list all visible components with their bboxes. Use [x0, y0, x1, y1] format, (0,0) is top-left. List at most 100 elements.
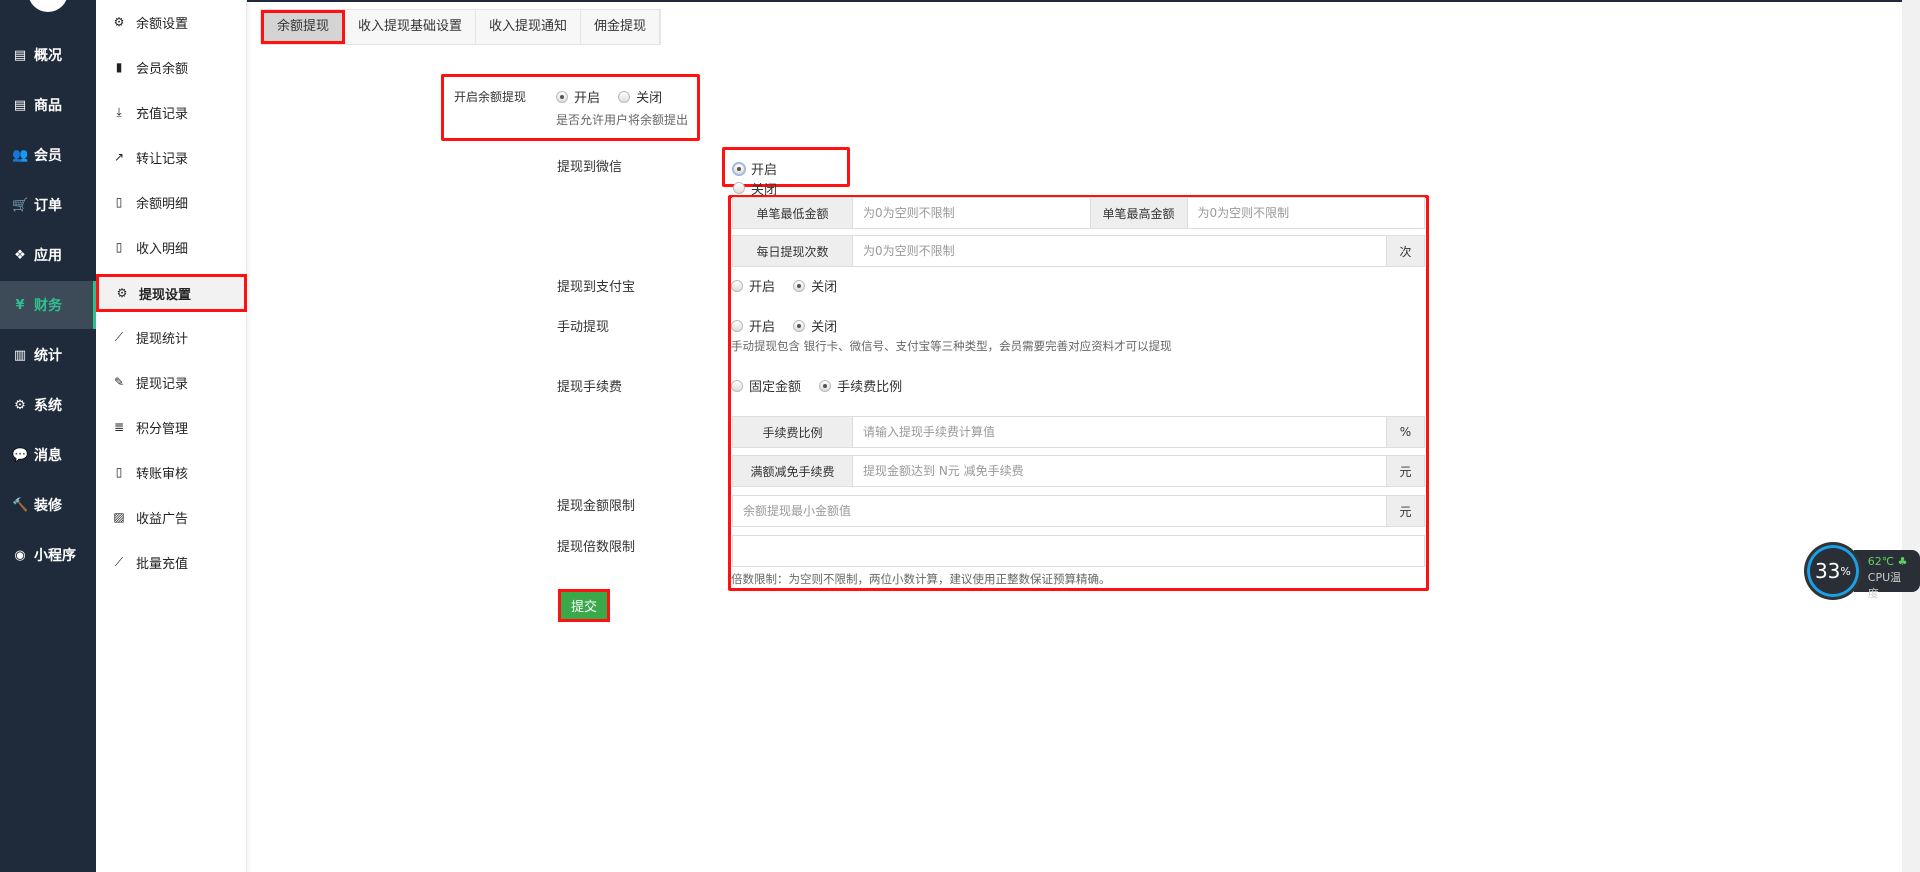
cpu-temp-label: CPU温度 — [1867, 571, 1902, 600]
amount-limit-unit: 元 — [1386, 496, 1424, 526]
sidebar-item-6[interactable]: ▥ 统计 — [0, 331, 96, 379]
submenu-item-3[interactable]: ↗ 转让记录 — [96, 139, 247, 175]
submenu-item-0[interactable]: ⚙ 余额设置 — [96, 4, 247, 40]
bar-chart-icon: ▥ — [13, 347, 27, 363]
fee-fixed-radio[interactable]: 固定金额 — [731, 376, 801, 395]
submenu-icon: ↗ — [113, 150, 125, 164]
scrollbar[interactable] — [1902, 0, 1920, 872]
enable-radio-group: 开启 关闭 — [556, 87, 676, 107]
tab-income-notice[interactable]: 收入提现通知 — [476, 10, 582, 44]
submenu-item-1[interactable]: ▮ 会员余额 — [96, 49, 247, 85]
submenu-item-9[interactable]: ≣ 积分管理 — [96, 409, 247, 445]
submenu-icon: ▯ — [115, 465, 123, 479]
submenu-item-label: 会员余额 — [136, 61, 189, 77]
submenu-item-4[interactable]: ▯ 余额明细 — [96, 184, 247, 220]
tab-income-basic-settings[interactable]: 收入提现基础设置 — [345, 10, 477, 44]
gavel-icon: 🔨 — [12, 497, 29, 513]
tab-commission-withdraw[interactable]: 佣金提现 — [581, 10, 661, 44]
max-amount-label: 单笔最高金额 — [1089, 198, 1188, 228]
submenu-item-label: 收入明细 — [136, 241, 189, 257]
amount-range-group: 单笔最低金额 单笔最高金额 — [732, 197, 1425, 229]
cpu-temp: 62℃ — [1867, 555, 1895, 568]
submenu-item-6[interactable]: ⚙ 提现设置 — [96, 274, 247, 312]
alipay-radio-group: 开启 关闭 — [731, 276, 851, 296]
sidebar-item-9[interactable]: 🔨 装修 — [0, 481, 96, 529]
fee-free-unit: 元 — [1386, 456, 1424, 486]
daily-count-input[interactable] — [853, 236, 1386, 266]
fee-free-input[interactable] — [853, 456, 1386, 486]
yen-icon: ¥ — [15, 297, 25, 313]
manual-off-radio[interactable]: 关闭 — [793, 316, 837, 335]
submenu-item-10[interactable]: ▯ 转账审核 — [96, 454, 247, 490]
manual-radio-group: 开启 关闭 — [731, 316, 851, 336]
enable-on-radio[interactable]: 开启 — [556, 87, 600, 106]
sidebar-item-label: 财务 — [34, 298, 62, 314]
tab-balance-withdraw[interactable]: 余额提现 — [261, 10, 346, 44]
cpu-info: 62℃ ♣ CPU温度 — [1853, 550, 1920, 600]
amount-limit-input[interactable] — [733, 496, 1386, 526]
max-amount-input[interactable] — [1187, 198, 1424, 228]
sidebar-item-1[interactable]: ▤ 商品 — [0, 81, 96, 129]
submenu-item-8[interactable]: ✎ 提现记录 — [96, 364, 247, 400]
alipay-on-radio[interactable]: 开启 — [731, 276, 775, 295]
sidebar-item-label: 消息 — [34, 448, 62, 464]
submenu-item-label: 转让记录 — [136, 151, 189, 167]
users-icon: 👥 — [12, 147, 29, 163]
cpu-usage-ring: 33% — [1804, 542, 1862, 600]
submenu-item-label: 提现统计 — [136, 331, 189, 347]
sidebar-item-label: 小程序 — [34, 548, 76, 564]
sidebar-item-8[interactable]: 💬 消息 — [0, 431, 96, 479]
sidebar-item-10[interactable]: ◉ 小程序 — [0, 531, 96, 579]
fee-rate-radio[interactable]: 手续费比例 — [819, 376, 902, 395]
sidebar-item-2[interactable]: 👥 会员 — [0, 131, 96, 179]
min-amount-label: 单笔最低金额 — [733, 198, 853, 228]
submenu-icon: ⟋ — [114, 554, 124, 569]
fee-radio-group: 固定金额 手续费比例 — [731, 376, 916, 396]
enable-off-radio[interactable]: 关闭 — [618, 87, 662, 106]
fee-rate-input[interactable] — [853, 417, 1386, 447]
sidebar-item-4[interactable]: ❖ 应用 — [0, 231, 96, 279]
multiple-limit-input[interactable] — [733, 536, 1424, 566]
multiple-limit-group — [732, 535, 1425, 567]
submenu-icon: ▨ — [113, 510, 125, 524]
multiple-limit-help: 倍数限制：为空则不限制，两位小数计算，建议使用正整数保证预算精确。 — [731, 572, 1111, 586]
manual-help: 手动提现包含 银行卡、微信号、支付宝等三种类型，会员需要完善对应资料才可以提现 — [731, 339, 1172, 353]
submenu-item-12[interactable]: ⟋ 批量充值 — [96, 544, 247, 580]
submenu-item-label: 积分管理 — [136, 421, 189, 437]
amount-limit-label: 提现金额限制 — [557, 499, 636, 514]
submenu-icon: ▯ — [115, 195, 123, 209]
cart-icon: 🛒 — [12, 197, 29, 213]
sidebar-item-3[interactable]: 🛒 订单 — [0, 181, 96, 229]
submenu-item-label: 提现设置 — [139, 287, 192, 303]
sidebar-item-5[interactable]: ¥ 财务 — [0, 281, 96, 329]
sidebar-item-label: 订单 — [34, 198, 62, 214]
sidebar-item-7[interactable]: ⚙ 系统 — [0, 381, 96, 429]
submenu-item-label: 余额明细 — [136, 196, 189, 212]
wechat-on-radio[interactable]: 开启 — [732, 159, 777, 178]
sidebar-item-label: 统计 — [34, 348, 62, 364]
sidebar-item-label: 商品 — [34, 98, 62, 114]
submenu-item-5[interactable]: ▯ 收入明细 — [96, 229, 247, 265]
archive-icon: ▤ — [13, 47, 27, 63]
fee-free-group: 满额减免手续费 元 — [732, 455, 1425, 487]
fee-rate-unit: % — [1386, 417, 1424, 447]
tab-bar: 余额提现 收入提现基础设置 收入提现通知 佣金提现 — [260, 9, 662, 45]
multiple-limit-label: 提现倍数限制 — [557, 540, 636, 555]
submenu-icon: ⤓ — [116, 104, 122, 119]
submenu-item-2[interactable]: ⤓ 充值记录 — [96, 94, 247, 130]
alipay-label: 提现到支付宝 — [557, 280, 636, 295]
fee-free-label: 满额减免手续费 — [733, 456, 853, 486]
submenu-item-label: 转账审核 — [136, 466, 189, 482]
submenu-icon: ⟋ — [114, 329, 124, 344]
alipay-off-radio[interactable]: 关闭 — [793, 276, 837, 295]
min-amount-input[interactable] — [853, 198, 1090, 228]
sidebar-item-0[interactable]: ▤ 概况 — [0, 31, 96, 79]
submenu-item-label: 提现记录 — [136, 376, 189, 392]
submenu-item-label: 收益广告 — [136, 511, 189, 527]
submit-button[interactable]: 提交 — [558, 589, 610, 622]
sidebar-item-label: 装修 — [34, 498, 62, 514]
cpu-widget[interactable]: 33% 62℃ ♣ CPU温度 — [1804, 542, 1920, 600]
submenu-item-11[interactable]: ▨ 收益广告 — [96, 499, 247, 535]
manual-on-radio[interactable]: 开启 — [731, 316, 775, 335]
submenu-item-7[interactable]: ⟋ 提现统计 — [96, 319, 247, 355]
